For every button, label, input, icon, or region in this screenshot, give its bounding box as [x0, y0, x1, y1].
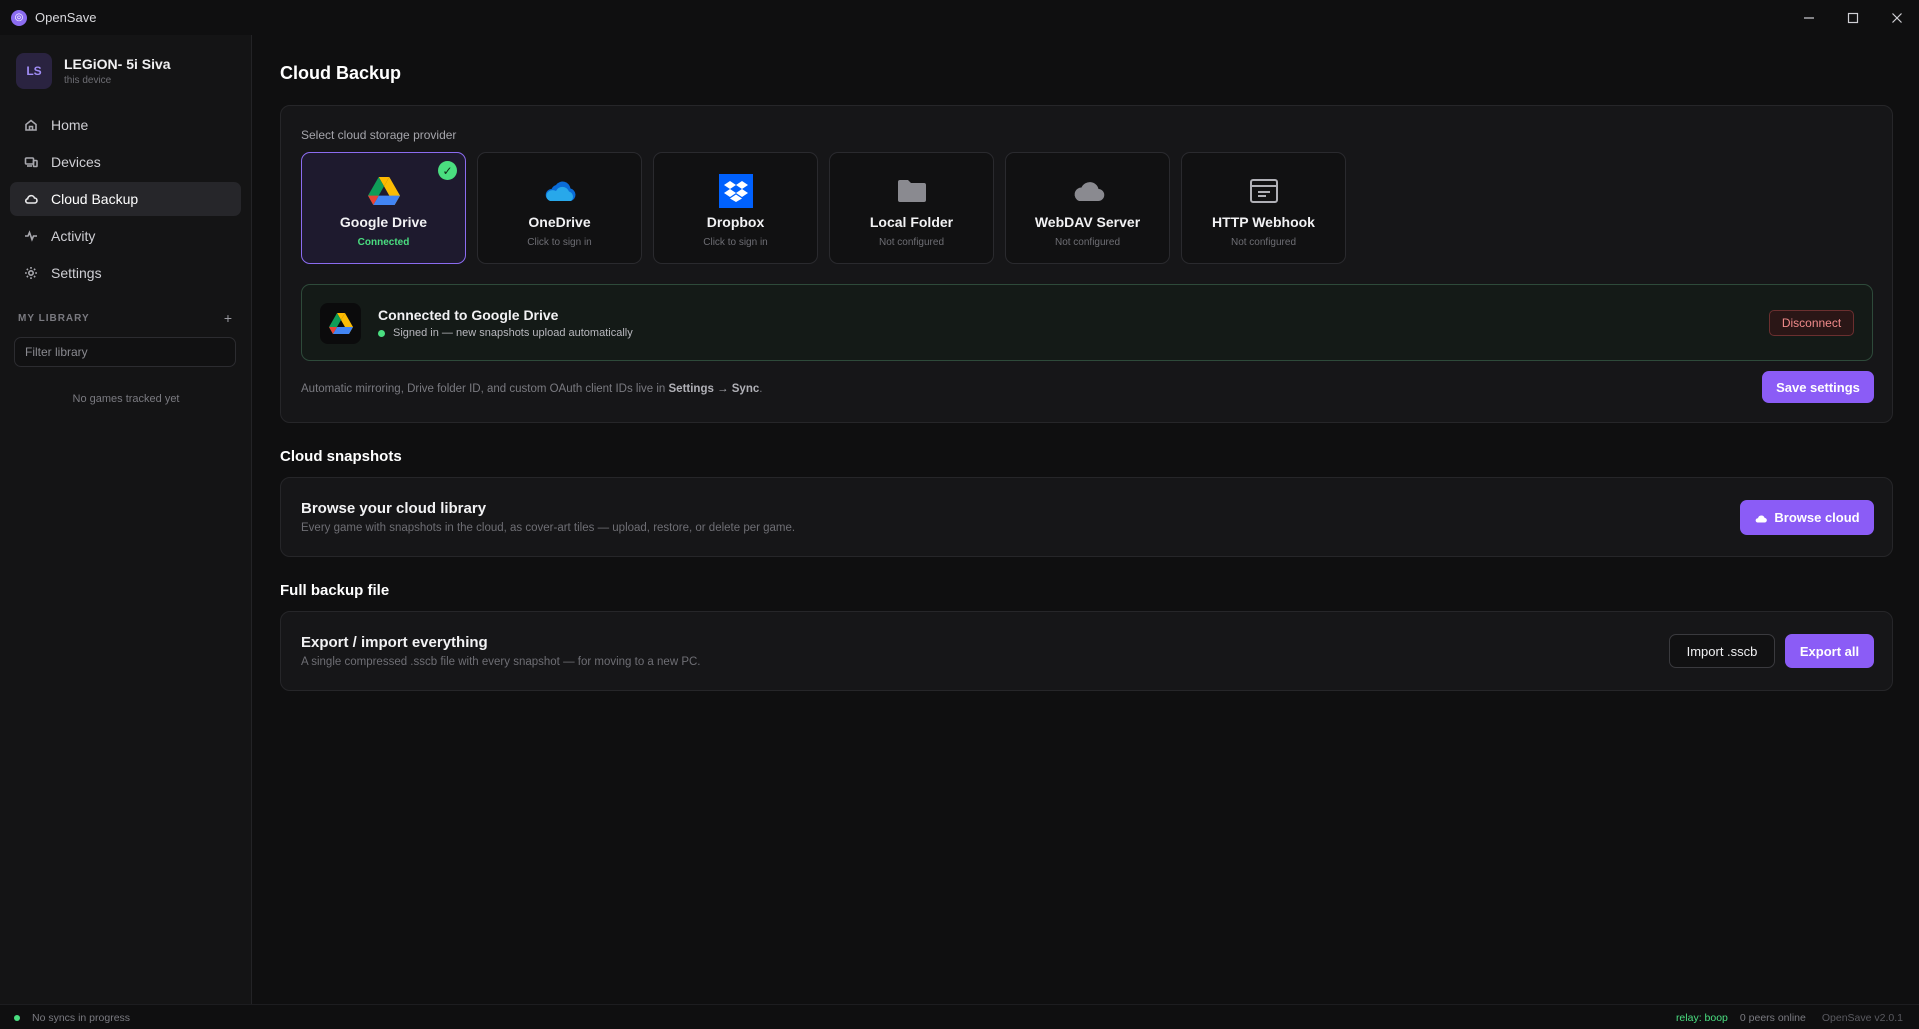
cloud-icon [1756, 514, 1768, 523]
provider-webdav[interactable]: WebDAV Server Not configured [1005, 152, 1170, 264]
devices-icon [24, 157, 38, 168]
device-subtitle: this device [64, 75, 112, 86]
settings-hint: Automatic mirroring, Drive folder ID, an… [301, 383, 762, 395]
sync-status: No syncs in progress [14, 1012, 130, 1024]
cloud-snapshots-panel: Browse your cloud library Every game wit… [280, 477, 1893, 557]
disconnect-button[interactable]: Disconnect [1769, 310, 1854, 336]
webhook-icon [1249, 179, 1278, 203]
window-controls [1787, 0, 1919, 35]
sidebar-item-devices[interactable]: Devices [10, 145, 241, 179]
gear-icon [25, 267, 37, 279]
sidebar: LS LEGiON- 5i Siva this device Home Devi… [0, 35, 252, 1004]
library-filter-input[interactable] [14, 337, 236, 367]
provider-name: Google Drive [339, 214, 428, 230]
maximize-button[interactable] [1831, 0, 1875, 35]
add-game-button[interactable]: + [224, 310, 233, 326]
connection-provider-icon [320, 303, 361, 344]
close-button[interactable] [1875, 0, 1919, 35]
provider-status: Connected [357, 237, 410, 248]
section-title-backup: Full backup file [280, 582, 390, 599]
browse-cloud-button[interactable]: Browse cloud [1740, 500, 1874, 535]
status-dot-icon [14, 1015, 20, 1021]
provider-label: Select cloud storage provider [301, 128, 457, 142]
connection-title: Connected to Google Drive [378, 307, 559, 323]
activity-icon [25, 230, 37, 242]
sidebar-item-label: Settings [51, 265, 102, 281]
settings-sync-link[interactable]: Settings → Sync [669, 383, 760, 395]
library-title: MY LIBRARY [18, 313, 90, 324]
provider-name: WebDAV Server [1034, 214, 1141, 230]
onedrive-icon [545, 181, 575, 202]
snapshots-title: Browse your cloud library [301, 500, 487, 517]
app-version: OpenSave v2.0.1 [1821, 1012, 1903, 1024]
title-bar: ◎ OpenSave [0, 0, 1919, 35]
device-card[interactable]: LS LEGiON- 5i Siva this device [16, 53, 171, 89]
cloud-server-icon [1074, 182, 1104, 202]
provider-status: Click to sign in [527, 237, 592, 248]
sidebar-item-label: Activity [51, 228, 96, 244]
page-title: Cloud Backup [280, 63, 402, 83]
app-title: OpenSave [35, 10, 97, 25]
sidebar-item-label: Devices [51, 154, 101, 170]
opensave-logo-icon: ◎ [11, 9, 27, 26]
backup-subtitle: A single compressed .sscb file with ever… [301, 656, 701, 668]
minimize-icon [1804, 16, 1814, 19]
connection-subtitle: Signed in — new snapshots upload automat… [378, 327, 633, 339]
status-bar-right: relay: boop 0 peers online OpenSave v2.0… [1676, 1012, 1903, 1024]
sidebar-item-home[interactable]: Home [10, 108, 241, 142]
google-drive-icon [328, 313, 353, 334]
browse-cloud-label: Browse cloud [1774, 510, 1860, 525]
provider-http-webhook[interactable]: HTTP Webhook Not configured [1181, 152, 1346, 264]
save-settings-button[interactable]: Save settings [1762, 371, 1874, 403]
main-content: Cloud Backup Select cloud storage provid… [253, 35, 1919, 1004]
close-icon [1892, 12, 1902, 23]
provider-name: OneDrive [528, 214, 591, 230]
full-backup-panel: Export / import everything A single comp… [280, 611, 1893, 691]
hint-suffix: . [759, 383, 763, 395]
peers-status: 0 peers online [1739, 1012, 1806, 1024]
snapshots-subtitle: Every game with snapshots in the cloud, … [301, 522, 796, 534]
status-bar: No syncs in progress relay: boop 0 peers… [0, 1004, 1919, 1029]
provider-local-folder[interactable]: Local Folder Not configured [829, 152, 994, 264]
status-dot-icon [378, 329, 385, 337]
import-sscb-button[interactable]: Import .sscb [1669, 634, 1775, 668]
provider-status: Not configured [1054, 237, 1121, 248]
connection-subtitle-text: Signed in — new snapshots upload automat… [393, 327, 633, 339]
sidebar-item-label: Cloud Backup [51, 191, 139, 207]
minimize-button[interactable] [1787, 0, 1831, 35]
dropbox-icon [718, 174, 753, 208]
cloud-icon [24, 194, 38, 204]
library-empty-text: No games tracked yet [72, 393, 180, 405]
sidebar-item-cloud-backup[interactable]: Cloud Backup [10, 182, 241, 216]
connection-status-box: Connected to Google Drive Signed in — ne… [301, 284, 1873, 361]
hint-text: Automatic mirroring, Drive folder ID, an… [301, 383, 669, 395]
export-all-button[interactable]: Export all [1785, 634, 1874, 668]
device-name: LEGiON- 5i Siva [64, 56, 171, 72]
provider-google-drive[interactable]: ✓ Google Drive Connected [301, 152, 466, 264]
sidebar-nav: Home Devices Cloud Backup Activity Setti… [10, 108, 241, 293]
provider-status: Not configured [1230, 237, 1297, 248]
relay-status: relay: boop [1675, 1012, 1728, 1024]
provider-status: Not configured [878, 237, 945, 248]
provider-dropbox[interactable]: Dropbox Click to sign in [653, 152, 818, 264]
provider-panel: Select cloud storage provider ✓ Google D… [280, 105, 1893, 423]
sidebar-item-activity[interactable]: Activity [10, 219, 241, 253]
provider-name: Local Folder [869, 214, 954, 230]
sidebar-item-settings[interactable]: Settings [10, 256, 241, 290]
library-header: MY LIBRARY + [18, 310, 233, 326]
avatar: LS [16, 53, 52, 89]
provider-name: Dropbox [706, 214, 765, 230]
sidebar-item-label: Home [51, 117, 89, 133]
folder-icon [897, 180, 926, 202]
maximize-icon [1847, 12, 1859, 23]
google-drive-icon [367, 177, 400, 205]
sync-status-text: No syncs in progress [32, 1012, 131, 1024]
provider-status: Click to sign in [703, 237, 768, 248]
home-icon [25, 119, 37, 131]
backup-title: Export / import everything [301, 634, 488, 651]
provider-list: ✓ Google Drive Connected OneDrive Click … [301, 152, 1357, 264]
provider-name: HTTP Webhook [1212, 214, 1315, 230]
section-title-snapshots: Cloud snapshots [280, 448, 402, 465]
provider-onedrive[interactable]: OneDrive Click to sign in [477, 152, 642, 264]
